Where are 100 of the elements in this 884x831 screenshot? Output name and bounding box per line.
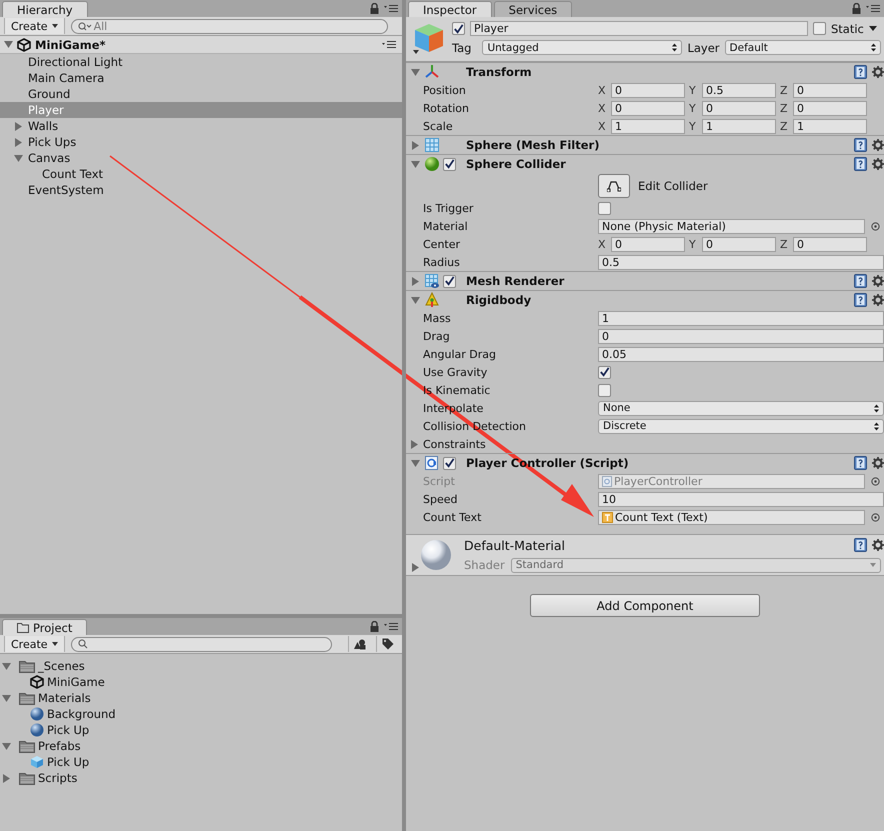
settings-icon[interactable]: [872, 294, 884, 306]
foldout-triangle[interactable]: [411, 458, 420, 468]
project-item[interactable]: Prefabs: [0, 738, 402, 754]
component-title[interactable]: Sphere Collider: [460, 157, 566, 171]
create-dropdown[interactable]: Create: [4, 18, 65, 34]
layer-dropdown[interactable]: Default: [724, 40, 881, 55]
menu-icon[interactable]: [384, 622, 398, 631]
hierarchy-item[interactable]: Main Camera: [0, 70, 402, 86]
hierarchy-item[interactable]: Walls: [0, 118, 402, 134]
active-checkbox[interactable]: [452, 22, 465, 35]
hierarchy-item[interactable]: Count Text: [0, 166, 402, 182]
project-item[interactable]: MiniGame: [0, 674, 402, 690]
number-field[interactable]: 0: [702, 236, 776, 252]
object-field[interactable]: Count Text (Text): [598, 510, 865, 524]
hierarchy-item[interactable]: Canvas: [0, 150, 402, 166]
object-picker-icon[interactable]: [871, 222, 880, 230]
number-field[interactable]: 0: [793, 82, 867, 98]
foldout-triangle[interactable]: [411, 296, 420, 304]
scene-name[interactable]: MiniGame*: [35, 38, 106, 52]
add-component-button[interactable]: Add Component: [530, 594, 760, 617]
component-title[interactable]: Rigidbody: [460, 293, 532, 307]
foldout-triangle[interactable]: [410, 440, 419, 448]
enabled-checkbox[interactable]: [443, 158, 456, 170]
property-checkbox[interactable]: [598, 384, 611, 396]
settings-icon[interactable]: [872, 457, 884, 469]
hierarchy-item[interactable]: EventSystem: [0, 182, 402, 198]
number-field[interactable]: 0: [611, 82, 685, 98]
hierarchy-item[interactable]: Directional Light: [0, 54, 402, 70]
enabled-checkbox[interactable]: [443, 456, 456, 470]
help-icon[interactable]: [854, 293, 867, 307]
object-picker-icon[interactable]: [871, 476, 880, 486]
property-checkbox[interactable]: [598, 202, 611, 214]
component-title[interactable]: Mesh Renderer: [460, 274, 564, 288]
help-icon[interactable]: [854, 138, 867, 152]
number-field[interactable]: 1: [598, 310, 884, 326]
number-field[interactable]: 0: [793, 100, 867, 116]
hierarchy-tab[interactable]: Hierarchy: [2, 1, 88, 17]
menu-icon[interactable]: [866, 4, 880, 13]
menu-icon[interactable]: [382, 40, 396, 49]
edit-collider-button[interactable]: [598, 174, 630, 198]
object-picker-icon[interactable]: [871, 512, 880, 522]
foldout-triangle[interactable]: [411, 68, 420, 76]
tag-dropdown[interactable]: Untagged: [482, 40, 682, 55]
component-title[interactable]: Sphere (Mesh Filter): [460, 138, 600, 152]
project-tab[interactable]: Project: [2, 619, 88, 635]
lock-icon[interactable]: [852, 3, 861, 14]
property-dropdown[interactable]: Discrete: [598, 418, 884, 434]
expand-triangle[interactable]: [2, 774, 11, 782]
search-field[interactable]: [70, 636, 332, 652]
help-icon[interactable]: [854, 274, 867, 288]
expand-triangle[interactable]: [2, 742, 11, 750]
number-field[interactable]: 0.5: [702, 82, 776, 98]
foldout-triangle[interactable]: [411, 276, 420, 286]
component-title[interactable]: Transform: [460, 65, 532, 79]
inspector-tab[interactable]: Services: [494, 1, 572, 17]
number-field[interactable]: 0: [598, 328, 884, 344]
create-dropdown[interactable]: Create: [4, 636, 65, 652]
project-item[interactable]: Pick Up: [0, 722, 402, 738]
enabled-checkbox[interactable]: [443, 274, 456, 288]
settings-icon[interactable]: [872, 539, 884, 551]
lock-icon[interactable]: [370, 3, 379, 14]
project-item[interactable]: Background: [0, 706, 402, 722]
property-checkbox[interactable]: [598, 366, 611, 378]
project-item[interactable]: Materials: [0, 690, 402, 706]
number-field[interactable]: 0: [611, 100, 685, 116]
number-field[interactable]: 0.05: [598, 346, 884, 362]
expand-triangle[interactable]: [2, 694, 11, 702]
hierarchy-item[interactable]: Ground: [0, 86, 402, 102]
number-field[interactable]: 1: [702, 118, 776, 134]
shader-dropdown[interactable]: Standard: [510, 558, 881, 572]
help-icon[interactable]: [854, 65, 867, 79]
lock-icon[interactable]: [370, 621, 379, 632]
help-icon[interactable]: [854, 456, 867, 470]
help-icon[interactable]: [854, 538, 867, 552]
settings-icon[interactable]: [872, 275, 884, 287]
settings-icon[interactable]: [872, 139, 884, 151]
foldout-triangle[interactable]: [411, 160, 420, 168]
constraints-foldout[interactable]: Constraints: [410, 438, 585, 450]
project-item[interactable]: Pick Up: [0, 754, 402, 770]
settings-icon[interactable]: [872, 158, 884, 170]
hierarchy-item[interactable]: Pick Ups: [0, 134, 402, 150]
number-field[interactable]: 0: [611, 236, 685, 252]
number-field[interactable]: 0: [793, 236, 867, 252]
property-dropdown[interactable]: None: [598, 400, 884, 416]
number-field[interactable]: 1: [793, 118, 867, 134]
settings-icon[interactable]: [872, 66, 884, 78]
number-field[interactable]: 0.5: [598, 254, 884, 270]
inspector-tab[interactable]: Inspector: [408, 1, 492, 17]
project-item[interactable]: Scripts: [0, 770, 402, 786]
project-item[interactable]: _Scenes: [0, 658, 402, 674]
foldout-triangle[interactable]: [411, 140, 420, 150]
expand-triangle[interactable]: [2, 662, 11, 670]
help-icon[interactable]: [854, 157, 867, 171]
foldout-triangle[interactable]: [411, 563, 420, 572]
object-field[interactable]: None (Physic Material): [598, 218, 865, 234]
object-name-field[interactable]: Player: [470, 21, 808, 36]
expand-triangle[interactable]: [4, 40, 13, 49]
static-checkbox[interactable]: [813, 22, 826, 35]
number-field[interactable]: 0: [702, 100, 776, 116]
caret-icon[interactable]: [868, 26, 877, 31]
